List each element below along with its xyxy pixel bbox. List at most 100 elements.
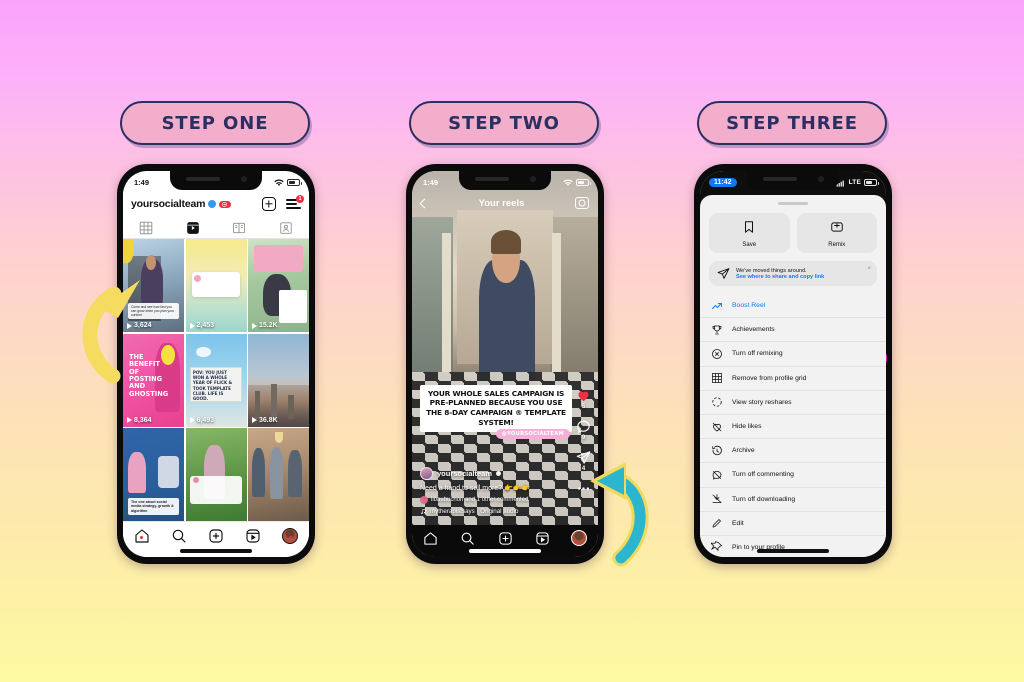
- share-count: 4: [581, 466, 586, 472]
- sidebar-item-tagged-tab[interactable]: [263, 217, 310, 238]
- plus-square-icon[interactable]: [262, 197, 276, 211]
- sidebar-item-grid-tab[interactable]: [123, 217, 170, 238]
- nav-create-button[interactable]: [486, 531, 523, 546]
- save-button[interactable]: Save: [709, 213, 790, 253]
- nav-profile-button[interactable]: [272, 527, 309, 544]
- grid-cell[interactable]: Come and see how fast you can grow when …: [123, 239, 184, 332]
- search-icon: [461, 532, 474, 545]
- nav-create-button[interactable]: [197, 528, 234, 544]
- no-download-icon: [712, 494, 722, 503]
- menu-item-view-story-reshares[interactable]: View story reshares: [700, 391, 886, 415]
- reel-username[interactable]: yoursocialteam: [437, 469, 492, 478]
- profile-username[interactable]: yoursocialteam: [131, 198, 205, 210]
- notch: [459, 171, 551, 190]
- grid-cell[interactable]: POV: YOU JUST WON A WHOLE YEAR OF FLICK …: [185, 333, 247, 427]
- menu-item-turn-off-downloading[interactable]: Turn off downloading: [700, 488, 886, 512]
- grid-cell[interactable]: 36.8K: [248, 333, 309, 427]
- grid-cell-views: 2,453: [189, 322, 214, 329]
- notch: [747, 171, 839, 190]
- sheet-grabber[interactable]: [778, 202, 808, 205]
- play-icon: [252, 417, 257, 423]
- step-pill-one: STEP ONE: [120, 101, 310, 145]
- grid-cell-views: 8,364: [127, 417, 152, 424]
- like-button[interactable]: 5: [576, 388, 591, 410]
- wifi-icon: [563, 178, 573, 186]
- nav-search-button[interactable]: [160, 528, 197, 544]
- battery-icon: [287, 179, 302, 186]
- views-count: 6,493: [196, 416, 215, 424]
- views-count: 36.8K: [259, 416, 278, 424]
- create-icon: [498, 531, 512, 545]
- story-circle-icon: [712, 397, 722, 407]
- nav-reels-button[interactable]: [235, 528, 272, 544]
- grid-cell[interactable]: [248, 428, 309, 521]
- pro-badge[interactable]: [219, 200, 232, 208]
- play-icon: [189, 322, 195, 329]
- nav-home-button[interactable]: [412, 531, 449, 546]
- home-icon: [424, 531, 437, 545]
- banner-line2[interactable]: See where to share and copy link: [736, 274, 824, 280]
- menu-item-hide-likes[interactable]: Hide likes: [700, 415, 886, 440]
- moved-things-banner[interactable]: We've moved things around. See where to …: [709, 261, 877, 286]
- grid-cell-overlay-text: POV: YOU JUST WON A WHOLE YEAR OF FLICK …: [192, 369, 233, 402]
- nav-profile-button[interactable]: [561, 530, 598, 546]
- grid-cell-caption: The one about social media strategy, gro…: [128, 497, 179, 515]
- step-pill-two: STEP TWO: [409, 101, 599, 145]
- menu-item-edit[interactable]: Edit: [700, 512, 886, 536]
- comment-button[interactable]: 9: [576, 419, 591, 441]
- hamburger-menu-icon[interactable]: 1: [286, 195, 304, 210]
- menu-item-label: Turn off commenting: [732, 471, 794, 479]
- commenter-avatar: [420, 496, 428, 504]
- reel-action-rail: 5 9 4: [576, 388, 591, 505]
- nav-reels-button[interactable]: [524, 531, 561, 546]
- menu-item-turn-off-commenting[interactable]: Turn off commenting: [700, 463, 886, 488]
- menu-item-pin-to-your-profile[interactable]: Pin to your profile: [700, 536, 886, 557]
- play-icon: [127, 322, 132, 329]
- reels-icon: [246, 528, 260, 543]
- step-label: STEP THREE: [726, 112, 858, 134]
- grid-cell[interactable]: 15.2K: [248, 239, 309, 332]
- menu-item-turn-off-remixing[interactable]: Turn off remixing: [700, 342, 886, 367]
- camera-icon[interactable]: [575, 197, 589, 209]
- menu-item-remove-from-profile-grid[interactable]: Remove from profile grid: [700, 367, 886, 391]
- profile-tabs: [123, 217, 309, 239]
- reel-author-row[interactable]: yoursocialteam: [420, 467, 558, 480]
- reel-header: Your reels: [412, 191, 598, 215]
- profile-activity-dot: [288, 535, 292, 539]
- avatar: [420, 467, 433, 480]
- grid-cell[interactable]: THE BENEFIT OF POSTING AND GHOSTING 8,36…: [123, 333, 184, 427]
- sidebar-item-reels-tab[interactable]: [170, 217, 217, 238]
- remix-button[interactable]: Remix: [796, 213, 877, 253]
- grid-cell[interactable]: 2,453: [185, 239, 247, 332]
- comment-note[interactable]: libaubuchon and 1 other commented: [420, 496, 558, 504]
- page-title: Your reels: [478, 197, 525, 209]
- menu-item-label: View story reshares: [732, 398, 792, 406]
- menu-item-achievements[interactable]: Achievements: [700, 318, 886, 343]
- nav-search-button[interactable]: [449, 531, 486, 546]
- verified-badge-icon: [208, 200, 217, 208]
- grid-cell[interactable]: [185, 428, 247, 521]
- pin-icon: [711, 541, 723, 552]
- nav-home-button[interactable]: [123, 528, 160, 544]
- menu-item-boost-reel[interactable]: Boost Reel: [700, 294, 886, 319]
- grid-cell[interactable]: The one about social media strategy, gro…: [123, 428, 184, 521]
- sidebar-item-guides-tab[interactable]: [216, 217, 263, 238]
- share-button[interactable]: 4: [576, 450, 591, 472]
- phone-mockup-step-two: 1:49 Your reels YOUR WHOLE SALES CAMPAIG…: [406, 164, 604, 564]
- grid-icon: [712, 373, 722, 384]
- menu-item-archive[interactable]: Archive: [700, 439, 886, 464]
- status-dot-icon: [496, 471, 502, 476]
- create-icon: [209, 528, 223, 543]
- profile-avatar: [571, 530, 588, 546]
- guides-icon: [233, 222, 246, 233]
- views-count: 8,364: [134, 416, 152, 424]
- comment-note-text: libaubuchon and 1 other commented: [431, 497, 529, 503]
- menu-badge: 1: [296, 195, 304, 203]
- more-options-button[interactable]: [576, 481, 591, 496]
- close-icon[interactable]: ×: [867, 266, 871, 272]
- audio-credit[interactable]: mytherapistsays · Original audio: [420, 508, 558, 515]
- views-count: 15.2K: [259, 322, 278, 329]
- phone3-screen: 11:42 LTE Save Remix We've moved things …: [700, 171, 886, 557]
- status-time: 1:49: [134, 178, 150, 187]
- sheet-quick-actions: Save Remix: [700, 213, 886, 261]
